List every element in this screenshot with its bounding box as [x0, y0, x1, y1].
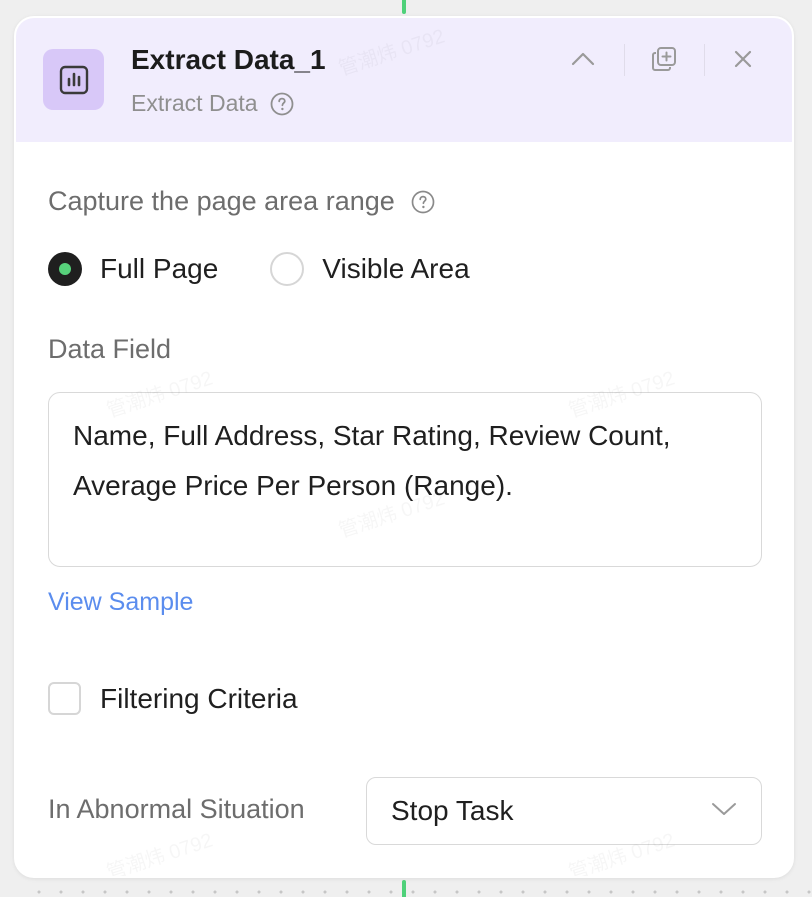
node-subtitle-row: Extract Data [131, 90, 294, 117]
radio-visible-area[interactable]: Visible Area [270, 252, 470, 286]
radio-unchecked-icon[interactable] [270, 252, 305, 286]
capture-range-label-row: Capture the page area range [48, 186, 435, 217]
duplicate-button[interactable] [647, 44, 681, 78]
filtering-criteria-checkbox[interactable] [48, 682, 81, 715]
bar-chart-icon [43, 49, 104, 110]
radio-label: Full Page [100, 253, 219, 284]
chevron-down-icon [711, 801, 737, 822]
abnormal-situation-label: In Abnormal Situation [48, 794, 305, 824]
filtering-criteria-option[interactable]: Filtering Criteria [48, 682, 298, 715]
close-icon [733, 49, 753, 74]
header-divider [704, 44, 705, 76]
capture-range-label: Capture the page area range [48, 186, 395, 216]
radio-label: Visible Area [322, 253, 470, 284]
node-title: Extract Data_1 [131, 44, 326, 75]
capture-range-radio-group: Full Page Visible Area [48, 250, 470, 288]
data-field-textarea[interactable]: Name, Full Address, Star Rating, Review … [48, 392, 762, 567]
top-connector [402, 0, 406, 14]
help-icon[interactable] [411, 190, 435, 214]
watermark: 管潮炜 0792 [102, 824, 216, 876]
abnormal-situation-select[interactable]: Stop Task [366, 777, 762, 845]
collapse-button[interactable] [566, 44, 600, 78]
data-field-label: Data Field [48, 334, 172, 364]
view-sample-link[interactable]: View Sample [48, 588, 193, 617]
node-header: Extract Data_1 Extract Data [16, 18, 792, 142]
radio-full-page[interactable]: Full Page [48, 252, 218, 286]
node-subtitle: Extract Data [131, 90, 258, 116]
radio-checked-icon[interactable] [48, 252, 82, 286]
close-button[interactable] [726, 44, 760, 78]
extract-data-node-card: Extract Data_1 Extract Data Capture the … [14, 16, 794, 878]
header-divider [624, 44, 625, 76]
duplicate-icon [651, 46, 677, 77]
filtering-criteria-label: Filtering Criteria [100, 682, 298, 714]
select-value: Stop Task [391, 795, 514, 826]
canvas-dot-grid [28, 889, 812, 895]
chevron-up-icon [571, 51, 595, 72]
help-icon[interactable] [270, 92, 294, 116]
